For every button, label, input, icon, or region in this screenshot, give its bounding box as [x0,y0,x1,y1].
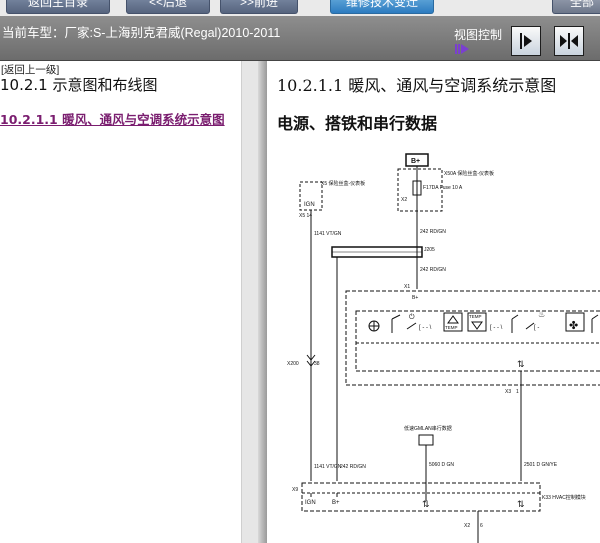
wire-5060: 5060 D GN [429,462,454,468]
view-control-label: 视图控制 [454,28,503,42]
gmlan-connector [418,434,434,446]
svg-text:TEMP: TEMP [469,314,482,319]
k33-module-box [301,482,541,512]
wire-242-mid: 242 RD/GN [420,267,446,273]
wire-242-top: 242 RD/GN [420,229,446,235]
pane-divider[interactable] [258,61,267,543]
right-content-pane: 10.2.1.1 暖风、通风与空调系统示意图 电源、搭铁和串行数据 B+ X50… [268,61,600,543]
ign-pin: X5 14 [299,213,312,219]
fan-icon: ✤ [569,320,578,332]
back-button[interactable]: <<后退 [126,0,210,14]
fuse-block-label: X50A 保险丝盒-仪表板 [444,170,494,177]
drag-handle-icon[interactable] [455,43,469,55]
x2-bottom-label: X2 [464,523,470,529]
forward-button[interactable]: >>前进 [220,0,298,14]
section-title: 10.2.1 示意图和布线图 [0,76,158,94]
connector-b1: B+ [412,295,418,301]
x3-label: X3 [505,389,511,395]
defrost-icon: ♨ [538,310,545,319]
diagram-link[interactable]: 10.2.1.1 暖风、通风与空调系统示意图 [0,109,225,128]
switch-row: ⏻ [ - - \ TEMP TEMP [ - - \ ♨ [ - ✤ [368,310,599,333]
gmlan-label: 低速GMLAN串行数据 [404,425,452,432]
ign-caption: X5 保险丝盒-仪表板 [321,180,365,187]
view-expand-button[interactable] [554,26,584,56]
battery-label: B+ [411,158,420,165]
splice-label: J205 [424,247,435,253]
data-arrow-bottom-1: ⇅ [422,499,430,509]
pin-6-label: 6 [480,523,483,529]
svg-text:TEMP: TEMP [445,325,458,330]
switch-panel-box [355,310,600,372]
edge-button[interactable]: 全部 [552,0,600,14]
home-button[interactable]: 返回主目录 [6,0,110,14]
bplus-bottom-label: B+ [332,500,340,506]
fuse-connector-label: X2 [401,197,407,203]
ign-box-label: IGN [304,202,315,208]
data-arrow-bottom-2: ⇅ [517,499,525,509]
view-forward-button[interactable] [511,26,541,56]
power-icon: ⏻ [409,313,415,321]
model-bar: 当前车型：厂家:S-上海别克君威(Regal)2010-2011 视图控制 [0,16,600,61]
current-model-text: 当前车型：厂家:S-上海别克君威(Regal)2010-2011 [2,26,281,40]
svg-text:[ - - \: [ - - \ [490,325,503,331]
svg-text:[ -: [ - [534,325,539,331]
ign-bottom-label: IGN [305,500,316,506]
wiring-diagram: B+ X50A 保险丝盒-仪表板 F17DA Fuse 10 A X2 IGN … [287,153,600,543]
wire-242-bot: 242 RD/GN [340,464,366,470]
x200-label: X200 [287,361,299,367]
left-navigation-pane: [返回上一级] 10.2.1 示意图和布线图 10.2.1.1 暖风、通风与空调… [0,61,240,543]
connector-x1: X1 [404,284,410,290]
wire-2501: 2501 D GN/YE [524,462,558,468]
expand-horizontal-icon [560,33,578,49]
x9-label: X9 [292,487,298,493]
play-right-icon [520,33,532,49]
k33-label: K33 HVAC控制模块 [542,494,586,501]
data-arrow-top: ⇅ [517,359,525,369]
fuse-label: F17DA Fuse 10 A [423,185,463,191]
wire-1141-bot: 1141 VT/GN [314,464,342,470]
x3-pin: 1 [516,389,519,395]
top-toolbar: 返回主目录 <<后退 >>前进 维修技术变迁 全部 [0,0,600,16]
wire-1141-left: 1141 VT/GN [314,231,342,237]
left-scrollbar[interactable] [241,61,258,543]
svg-text:[ - - \: [ - - \ [419,325,432,331]
info-button[interactable]: 维修技术变迁 [330,0,434,14]
